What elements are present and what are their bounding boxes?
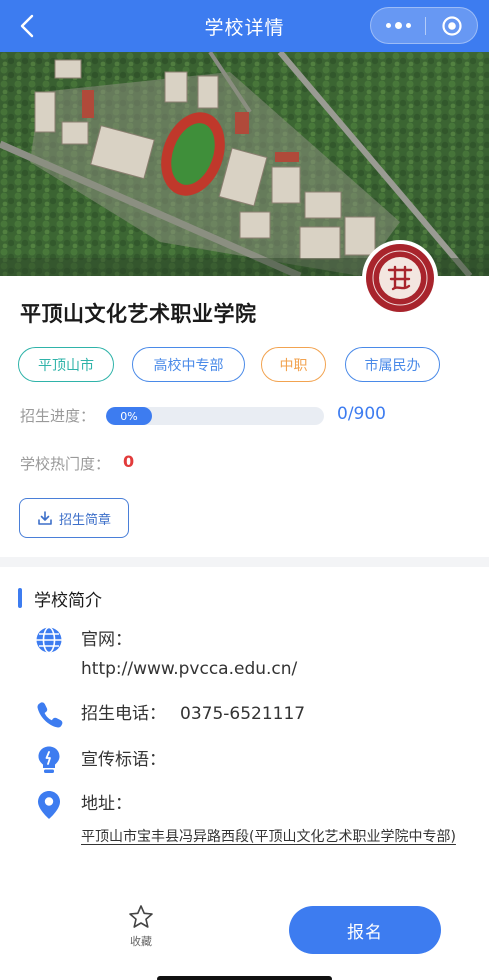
section-title: 学校简介 <box>34 590 102 611</box>
star-outline-icon <box>129 905 153 928</box>
location-pin-icon <box>34 790 64 820</box>
more-dots-icon <box>385 22 411 29</box>
brochure-button-label: 招生简章 <box>58 512 111 528</box>
section-header: 学校简介 <box>18 586 102 611</box>
tag-ownership: 市属民办 <box>345 347 440 382</box>
bottom-action-bar: 收藏 报名 <box>0 890 489 980</box>
website-label: 官网： <box>81 630 132 650</box>
mini-program-capsule <box>370 7 478 44</box>
enrollment-progress-bar: 0% <box>106 407 324 425</box>
lightbulb-icon <box>34 745 64 775</box>
school-name: 平顶山文化艺术职业学院 <box>20 302 257 326</box>
tag-city: 平顶山市 <box>18 347 114 382</box>
phone-number[interactable]: 0375-6521117 <box>180 700 305 729</box>
section-divider <box>0 557 489 567</box>
favorite-label: 收藏 <box>130 935 152 948</box>
close-mini-program-button[interactable] <box>426 8 477 43</box>
school-logo <box>362 240 438 316</box>
navigation-bar: 学校详情 <box>0 0 489 52</box>
website-link[interactable]: http://www.pvcca.edu.cn/ <box>81 655 297 684</box>
globe-icon <box>34 625 64 655</box>
progress-total: 0/900 <box>337 404 386 424</box>
favorite-button[interactable]: 收藏 <box>116 904 166 956</box>
popularity-label: 学校热门度： <box>20 455 111 473</box>
phone-icon <box>34 699 64 729</box>
progress-label: 招生进度： <box>20 407 96 425</box>
more-button[interactable] <box>371 8 425 43</box>
signup-button[interactable]: 报名 <box>289 906 441 954</box>
slogan-label: 宣传标语： <box>81 750 166 770</box>
progress-fill: 0% <box>106 407 152 425</box>
brochure-button[interactable]: 招生简章 <box>19 498 129 538</box>
download-icon <box>38 511 52 525</box>
tag-education-type: 中职 <box>261 347 326 382</box>
section-accent-bar <box>18 588 22 608</box>
address-label: 地址： <box>81 794 132 814</box>
home-indicator <box>157 976 332 980</box>
address-link[interactable]: 平顶山市宝丰县冯异路西段(平顶山文化艺术职业学院中专部) <box>81 826 466 848</box>
target-circle-icon <box>441 15 462 36</box>
popularity-value: 0 <box>123 452 135 471</box>
tag-school-level: 高校中专部 <box>132 347 245 382</box>
phone-label: 招生电话： <box>81 704 166 724</box>
